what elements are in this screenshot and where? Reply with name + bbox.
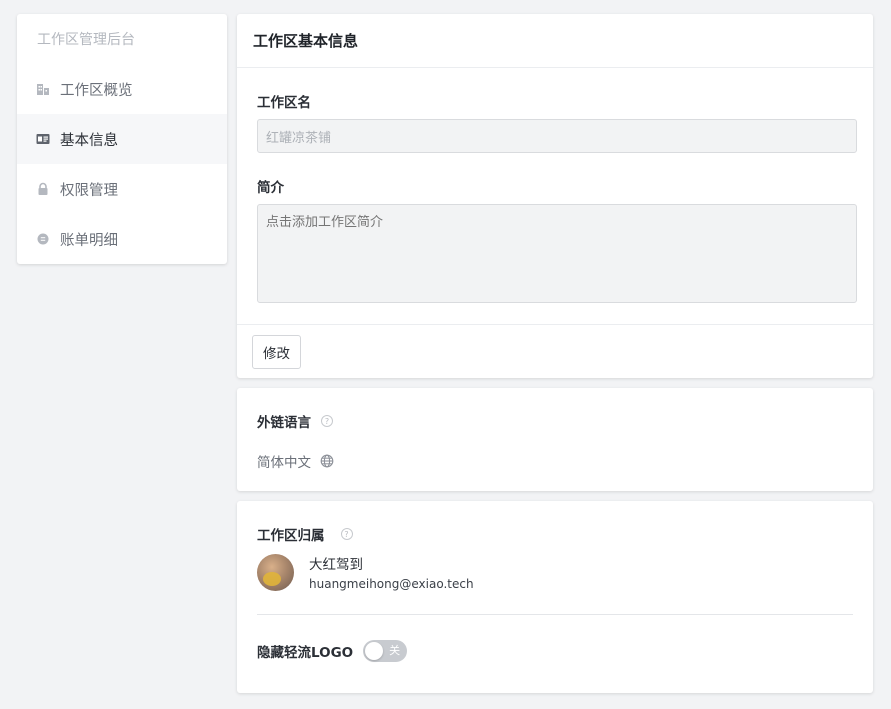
avatar (257, 553, 294, 591)
hide-logo-toggle[interactable]: 关 (363, 640, 408, 662)
edit-button[interactable]: 修改 (252, 335, 301, 369)
toggle-knob (365, 642, 384, 660)
link-language-label: 外链语言 (257, 415, 311, 431)
ownership-label-row: 工作区归属 ? (257, 524, 353, 544)
intro-label: 简介 (257, 180, 284, 196)
card-title: 工作区基本信息 (237, 14, 873, 68)
owner-email: huangmeihong@exiao.tech (309, 577, 474, 591)
language-selector[interactable]: 简体中文 (257, 451, 334, 471)
toggle-state-text: 关 (389, 644, 401, 657)
divider (257, 614, 853, 615)
id-card-icon (36, 132, 50, 146)
coin-icon (36, 232, 50, 246)
page: 工作区管理后台 工作区概览 基本信息 权限管理 账单明细 工作区基本信息 工作区… (0, 0, 891, 709)
language-value: 简体中文 (257, 455, 311, 471)
workspace-name-label: 工作区名 (257, 95, 311, 111)
question-icon[interactable]: ? (340, 528, 353, 540)
workspace-name-input[interactable] (257, 119, 857, 153)
building-icon (36, 82, 50, 96)
basic-info-card: 工作区基本信息 工作区名 简介 修改 (237, 14, 873, 378)
sidebar-item-basic-info[interactable]: 基本信息 (17, 114, 227, 164)
owner-info: 大红驾到 huangmeihong@exiao.tech (257, 553, 474, 591)
sidebar-header: 工作区管理后台 (37, 32, 135, 48)
owner-details: 大红驾到 huangmeihong@exiao.tech (309, 553, 474, 591)
link-language-card: 外链语言 ? 简体中文 (237, 388, 873, 491)
intro-textarea[interactable] (257, 204, 857, 303)
lock-icon (36, 182, 50, 196)
question-icon[interactable]: ? (321, 415, 333, 427)
card-footer: 修改 (237, 324, 873, 378)
ownership-card: 工作区归属 ? 大红驾到 huangmeihong@exiao.tech 隐藏轻… (237, 501, 873, 693)
hide-logo-label: 隐藏轻流LOGO (257, 645, 354, 661)
sidebar-item-permissions[interactable]: 权限管理 (17, 164, 227, 214)
sidebar-item-label: 账单明细 (60, 232, 118, 249)
sidebar-item-label: 权限管理 (60, 182, 118, 199)
hide-logo-row: 隐藏轻流LOGO 关 (257, 640, 408, 662)
link-language-label-row: 外链语言 ? (257, 411, 333, 431)
sidebar-item-billing[interactable]: 账单明细 (17, 214, 227, 264)
sidebar-item-label: 基本信息 (60, 132, 118, 149)
owner-name: 大红驾到 (309, 557, 363, 573)
globe-icon (320, 454, 334, 468)
ownership-label: 工作区归属 (257, 528, 325, 544)
sidebar-item-overview[interactable]: 工作区概览 (17, 64, 227, 114)
sidebar-item-label: 工作区概览 (60, 82, 133, 99)
sidebar: 工作区管理后台 工作区概览 基本信息 权限管理 账单明细 (17, 14, 227, 264)
